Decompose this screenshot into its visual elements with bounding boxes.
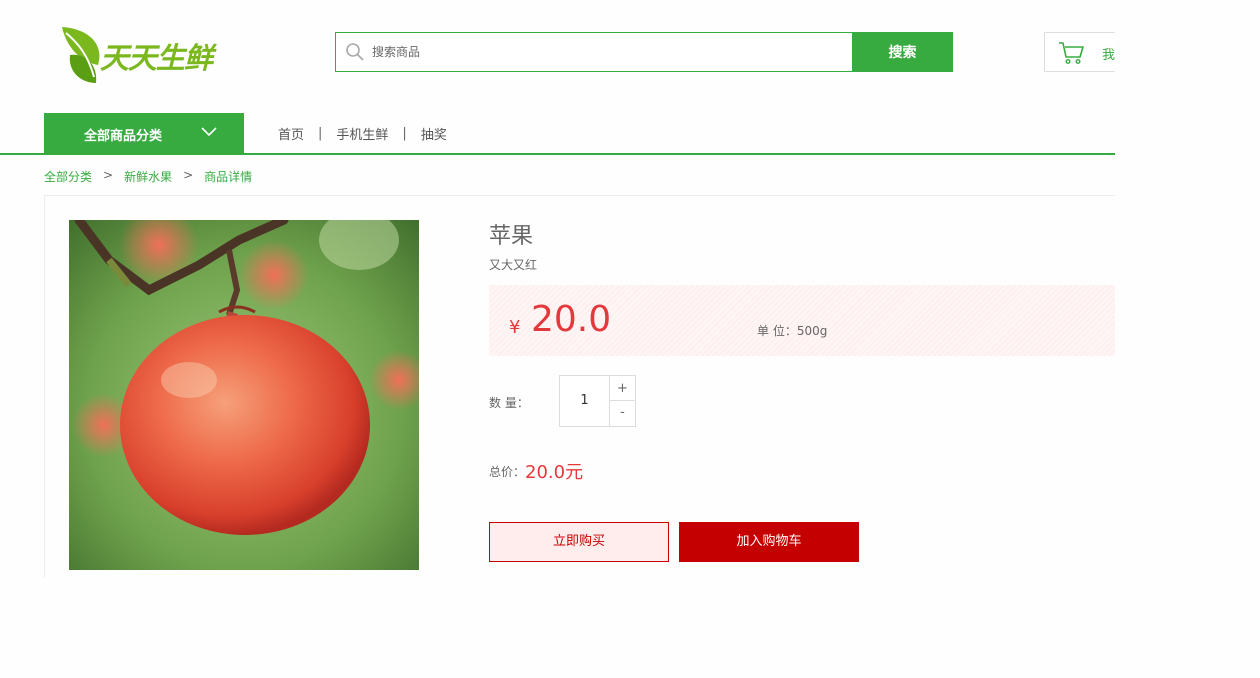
nav-divider <box>0 153 1115 155</box>
nav-separator: | <box>318 126 323 141</box>
category-label: 全部商品分类 <box>84 129 163 144</box>
nav-link-lottery[interactable]: 抽奖 <box>421 124 447 143</box>
quantity-input[interactable]: 1 <box>560 376 610 426</box>
all-categories-button[interactable]: 全部商品分类 <box>44 113 244 153</box>
breadcrumb-item-detail[interactable]: 商品详情 <box>204 168 252 185</box>
breadcrumb-separator: > <box>183 168 194 182</box>
product-price: 20.0 <box>531 299 612 340</box>
breadcrumb-item-all[interactable]: 全部分类 <box>44 168 92 185</box>
total-price: 20.0元 <box>525 462 584 483</box>
search-box <box>335 32 853 72</box>
breadcrumb-separator: > <box>103 168 114 182</box>
search-input[interactable] <box>372 33 842 71</box>
main-nav: 首页 | 手机生鲜 | 抽奖 <box>278 124 447 143</box>
quantity-decrease-button[interactable]: - <box>610 401 635 426</box>
cart-label: 我 <box>1102 48 1115 63</box>
nav-link-home[interactable]: 首页 <box>278 124 304 143</box>
breadcrumb-item-fruit[interactable]: 新鲜水果 <box>124 168 172 185</box>
logo-text: 天天生鲜 <box>100 41 213 75</box>
total-label: 总价： <box>489 465 526 479</box>
cart-button[interactable]: 我 <box>1044 32 1115 72</box>
quantity-stepper: 1 + - <box>559 375 636 427</box>
nav-link-mobile-fresh[interactable]: 手机生鲜 <box>336 124 388 143</box>
nav-separator: | <box>402 126 407 141</box>
product-image <box>69 220 419 570</box>
search-button[interactable]: 搜索 <box>852 32 953 72</box>
buy-now-button[interactable]: 立即购买 <box>489 522 669 562</box>
breadcrumb: 全部分类 > 新鲜水果 > 商品详情 <box>44 168 252 185</box>
price-area: ¥ 20.0 单 位：500g <box>489 285 1115 356</box>
chevron-down-icon <box>201 127 217 137</box>
search-icon <box>346 43 364 61</box>
product-title: 苹果 <box>489 224 534 249</box>
add-to-cart-button[interactable]: 加入购物车 <box>679 522 859 562</box>
price-currency: ¥ <box>509 317 521 338</box>
cart-icon <box>1059 42 1084 65</box>
product-subtitle: 又大又红 <box>489 258 538 272</box>
site-logo[interactable]: 天天生鲜 <box>60 25 220 87</box>
quantity-increase-button[interactable]: + <box>610 376 635 401</box>
unit-label: 单 位：500g <box>757 324 828 338</box>
quantity-label: 数 量： <box>489 396 529 410</box>
